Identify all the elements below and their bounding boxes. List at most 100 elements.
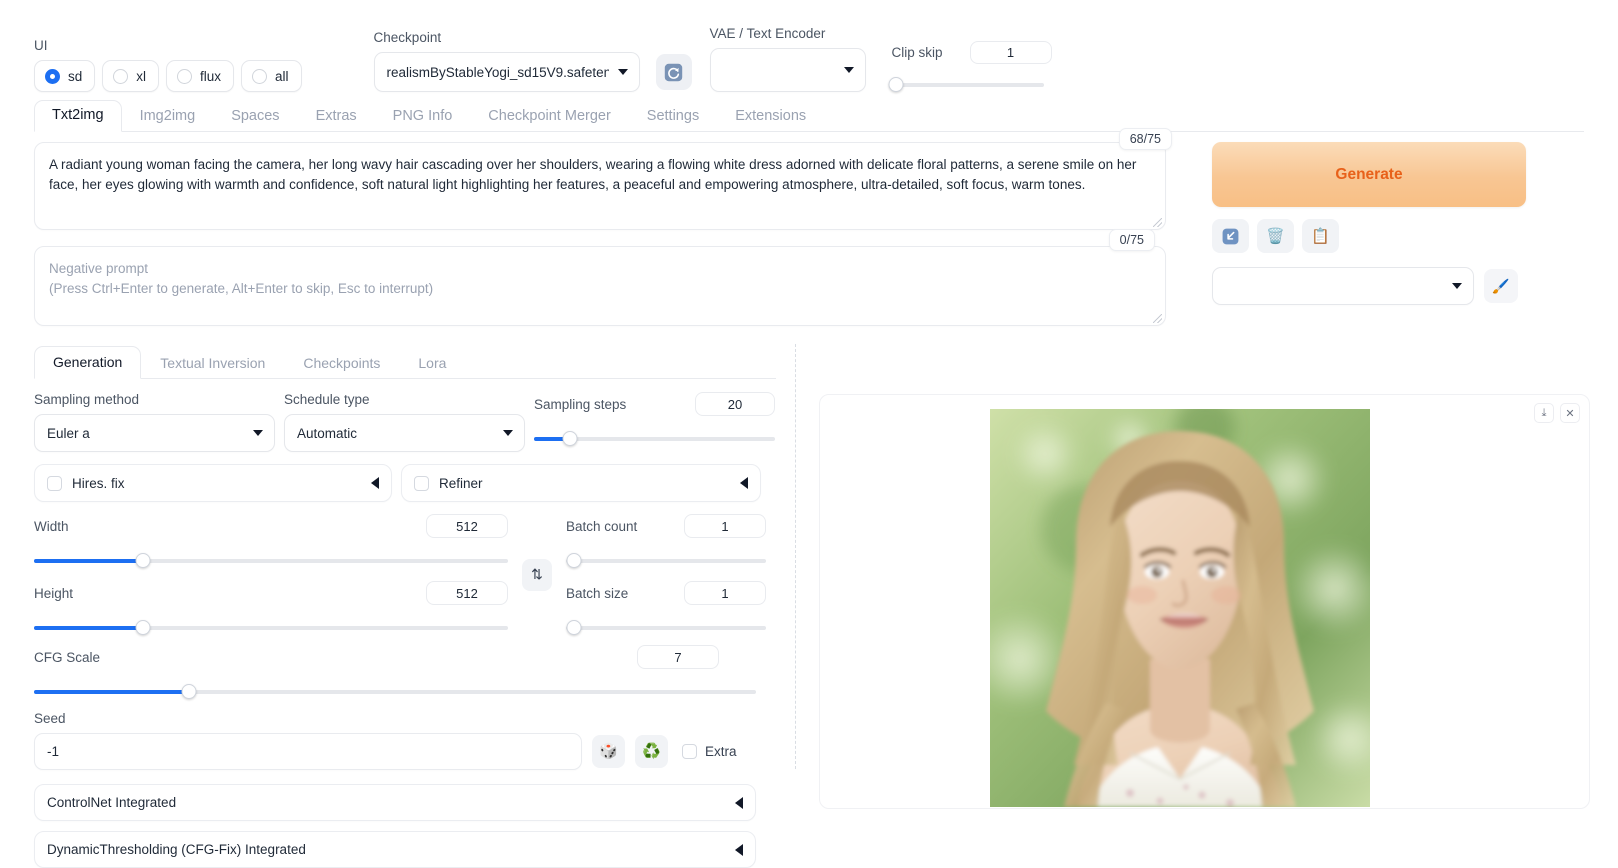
hires-fix-accordion[interactable]: Hires. fix — [34, 464, 392, 502]
chevron-left-icon — [735, 796, 743, 809]
batch-size-value[interactable]: 1 — [684, 581, 766, 605]
negative-prompt-input[interactable]: Negative prompt (Press Ctrl+Enter to gen… — [34, 246, 1166, 326]
arrow-into-box-icon — [1222, 228, 1239, 244]
batch-count-value[interactable]: 1 — [684, 514, 766, 538]
clip-skip-block: Clip skip 1 — [888, 41, 1052, 92]
batch-count-slider[interactable] — [566, 553, 766, 568]
inner-tab-checkpoints[interactable]: Checkpoints — [284, 347, 399, 379]
negative-prompt-token-counter: 0/75 — [1108, 229, 1155, 251]
inner-tab-lora[interactable]: Lora — [399, 347, 465, 379]
checkpoint-value: realismByStableYogi_sd15V9.safetensors — [386, 64, 609, 80]
close-image-button[interactable]: ✕ — [1560, 403, 1580, 423]
cfg-scale-value[interactable]: 7 — [637, 645, 719, 669]
ui-radio-group: sd xl flux all — [34, 60, 302, 92]
refresh-icon — [664, 63, 683, 81]
tab-img2img[interactable]: Img2img — [122, 101, 214, 132]
ui-radio-flux[interactable]: flux — [166, 60, 235, 92]
prompt-resize-handle[interactable] — [1153, 218, 1162, 227]
hires-fix-checkbox[interactable] — [47, 475, 62, 491]
tab-extensions[interactable]: Extensions — [717, 101, 824, 132]
chevron-left-icon — [735, 843, 743, 856]
vae-select[interactable] — [709, 48, 866, 92]
swap-dimensions-button[interactable]: ⇅ — [522, 558, 552, 591]
schedule-type-select[interactable]: Automatic — [284, 414, 525, 452]
tab-extras[interactable]: Extras — [298, 101, 375, 132]
tab-txt2img[interactable]: Txt2img — [34, 100, 122, 132]
batch-size-slider[interactable] — [566, 620, 766, 635]
controlnet-accordion[interactable]: ControlNet Integrated — [34, 784, 756, 821]
refiner-label: Refiner — [439, 475, 483, 491]
sampling-method-select[interactable]: Euler a — [34, 414, 275, 452]
download-image-button[interactable]: ⤓ — [1534, 403, 1554, 423]
generate-panel: Generate 🗑️ 📋 🖌️ — [1212, 132, 1607, 305]
sampling-steps-slider[interactable] — [534, 431, 775, 446]
width-value[interactable]: 512 — [426, 514, 508, 538]
ui-radio-xl[interactable]: xl — [102, 60, 160, 92]
edit-styles-button[interactable]: 🖌️ — [1484, 269, 1518, 303]
top-toolbar: UI sd xl flux all Checkpoint realismBySt… — [0, 0, 1618, 92]
prompt-input[interactable]: A radiant young woman facing the camera,… — [34, 142, 1166, 230]
refiner-checkbox[interactable] — [414, 475, 429, 491]
checkpoint-block: Checkpoint realismByStableYogi_sd15V9.sa… — [373, 30, 644, 92]
clear-prompt-button[interactable]: 🗑️ — [1257, 219, 1294, 253]
slider-knob[interactable] — [135, 553, 151, 568]
generated-portrait-illustration — [990, 409, 1370, 807]
chevron-down-icon — [617, 69, 628, 75]
height-slider[interactable] — [34, 620, 508, 635]
ui-radio-sd[interactable]: sd — [34, 60, 96, 92]
ui-radio-all[interactable]: all — [241, 60, 302, 92]
slider-knob[interactable] — [135, 620, 151, 635]
seed-block: Seed -1 🎲 ♻️ Extra — [34, 711, 776, 770]
refiner-accordion[interactable]: Refiner — [401, 464, 761, 502]
slider-knob[interactable] — [181, 684, 197, 699]
sampling-steps-value[interactable]: 20 — [695, 392, 775, 416]
inner-tab-bar: Generation Textual Inversion Checkpoints… — [34, 344, 776, 379]
vae-block: VAE / Text Encoder — [709, 26, 870, 92]
tab-settings[interactable]: Settings — [629, 101, 717, 132]
slider-knob[interactable] — [566, 553, 582, 568]
clip-skip-slider[interactable] — [888, 77, 1044, 92]
width-slider[interactable] — [34, 553, 508, 568]
schedule-type-value: Automatic — [297, 425, 358, 441]
image-preview-panel: ⤓ ✕ — [793, 378, 1598, 809]
batch-block: Batch count 1 Batch size 1 — [566, 514, 766, 635]
generated-image[interactable] — [990, 409, 1370, 807]
checkpoint-label: Checkpoint — [373, 30, 442, 45]
slider-knob[interactable] — [566, 620, 582, 635]
refresh-checkpoint-button[interactable] — [655, 54, 692, 90]
cfg-scale-slider[interactable] — [34, 684, 756, 699]
chevron-down-icon — [1452, 283, 1462, 289]
slider-fill — [34, 626, 144, 630]
slider-knob[interactable] — [888, 77, 904, 92]
width-label: Width — [34, 518, 69, 534]
tab-spaces[interactable]: Spaces — [213, 101, 297, 132]
extra-seed-label: Extra — [705, 744, 737, 759]
height-value[interactable]: 512 — [426, 581, 508, 605]
styles-select[interactable] — [1212, 267, 1474, 305]
ui-label: UI — [34, 38, 48, 53]
ui-radio-flux-label: flux — [200, 68, 222, 84]
chevron-left-icon — [740, 477, 748, 489]
checkpoint-select[interactable]: realismByStableYogi_sd15V9.safetensors — [373, 52, 640, 92]
send-to-button[interactable] — [1212, 219, 1249, 253]
generate-button[interactable]: Generate — [1212, 142, 1526, 207]
dynamic-thresholding-accordion[interactable]: DynamicThresholding (CFG-Fix) Integrated — [34, 831, 756, 868]
slider-knob[interactable] — [562, 431, 578, 446]
radio-dot-icon — [177, 68, 193, 84]
extra-seed-checkbox[interactable] — [682, 744, 697, 759]
chevron-down-icon — [253, 430, 263, 436]
paste-params-button[interactable]: 📋 — [1302, 219, 1339, 253]
paintbrush-icon: 🖌️ — [1492, 278, 1510, 294]
reuse-seed-button[interactable]: ♻️ — [635, 735, 668, 768]
negative-prompt-placeholder-line2: (Press Ctrl+Enter to generate, Alt+Enter… — [49, 280, 434, 296]
tab-checkpoint-merger[interactable]: Checkpoint Merger — [470, 101, 629, 132]
negative-prompt-resize-handle[interactable] — [1153, 314, 1162, 323]
sampling-steps-block: Sampling steps 20 — [534, 392, 775, 452]
inner-tab-generation[interactable]: Generation — [34, 346, 142, 379]
clip-skip-value[interactable]: 1 — [969, 41, 1052, 64]
seed-input[interactable]: -1 — [34, 733, 582, 770]
tab-png-info[interactable]: PNG Info — [375, 101, 471, 132]
dimensions-block: Width 512 Height 512 — [34, 514, 508, 635]
random-seed-button[interactable]: 🎲 — [592, 735, 625, 768]
inner-tab-textual-inversion[interactable]: Textual Inversion — [141, 347, 284, 379]
